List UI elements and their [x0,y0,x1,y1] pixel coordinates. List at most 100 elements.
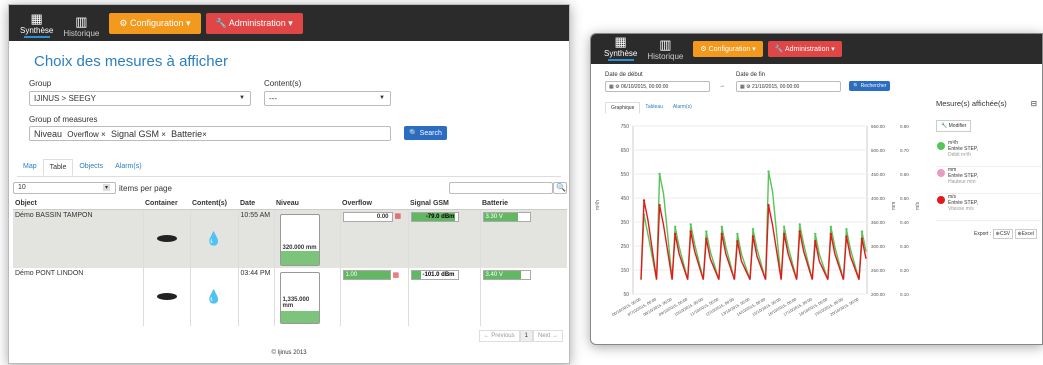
previous-button[interactable]: ← Previous [478,330,520,342]
csv-button[interactable]: ⊕CSV [992,229,1014,239]
tab-map[interactable]: Map [17,159,43,176]
battery-bar: 3.30 V [482,212,531,222]
data-point [860,237,864,240]
tab-table[interactable]: Table [42,159,74,176]
gsm-value: -79.0 dBm [425,214,455,220]
group-label: Group [29,79,52,88]
tag-niveau[interactable]: Niveau [34,129,62,139]
chart-tabs: Graphique Tableau Alarm(s) [605,102,697,114]
y-tick-mid: 250.00 [871,268,885,273]
measure-item[interactable]: m/s Entrée STEP, Vitesse m/s [936,194,1041,221]
gsm-bar: -79.0 dBm [410,212,459,222]
data-point [705,230,708,233]
color-dot [937,196,945,204]
y-tick-left: 250 [621,244,630,250]
csv-label: CSV [999,231,1011,237]
end-date-input[interactable]: ▦ ⚙ 21/10/2015, 00:00:00 [736,81,841,92]
col-contents[interactable]: Content(s) [190,198,238,210]
nav-historique[interactable]: ▥ Historique [58,15,104,41]
nav-historique[interactable]: ▥ Historique [642,38,688,64]
group-measures-input[interactable]: Niveau Overflow × Signal GSM × Batterie× [29,126,391,141]
data-point [829,232,833,236]
end-date-value: 21/10/2015, 00:00:00 [752,84,800,90]
excel-label: Excel [1021,231,1034,237]
battery-value: 3.40 V [485,272,503,278]
excel-button[interactable]: ⊕Excel [1014,229,1037,239]
search-icon[interactable]: 🔍 [553,182,567,194]
col-batterie[interactable]: Batterie [480,198,567,210]
data-point [751,235,755,238]
measure-item[interactable]: mm Entrée STEP, Hauteur mm [936,167,1041,194]
nav-synthese[interactable]: ▦ Synthèse [15,12,58,41]
configuration-button[interactable]: ⚙ Configuration ▾ [693,41,763,57]
niveau-cell: 1,335.000 mm [273,268,340,326]
modify-button[interactable]: 🔧 Modifier [936,120,972,132]
col-overflow[interactable]: Overflow [340,198,408,210]
nav-synthese[interactable]: ▦ Synthèse [599,35,642,64]
config-window: ▦ Synthèse ▥ Historique ⚙ Configuration ▾ … [8,4,570,364]
col-niveau[interactable]: Niveau [274,198,340,210]
y-tick-mid: 350.00 [871,220,885,225]
tab-objects[interactable]: Objects [73,159,109,176]
calendar-icon[interactable]: ▦ [394,213,401,220]
manhole-icon [142,209,190,268]
tag-overflow[interactable]: Overflow × [67,130,105,139]
col-object[interactable]: Object [13,198,143,210]
table-row[interactable]: Démo BASSIN TAMPON 💧 10:55 AM 320.000 mm… [13,209,567,268]
administration-button[interactable]: 🔧 Administration ▾ [767,41,842,57]
page-1-button[interactable]: 1 [519,330,533,342]
y-axis-label-mid: mm [891,202,897,210]
panel-title-text: Mesure(s) affichée(s) [936,99,1007,108]
next-button[interactable]: Next → [532,330,563,342]
date-cell: 10:55 AM [237,209,274,268]
col-date[interactable]: Date [238,198,274,210]
calendar-icon[interactable]: ▦ [392,272,399,279]
administration-label: Administration ▾ [228,17,293,28]
tag-signal-gsm[interactable]: Signal GSM × [111,129,166,139]
tab-graphique[interactable]: Graphique [605,102,641,114]
start-date-input[interactable]: ▦ ⚙ 06/10/2015, 00:00:00 [605,81,710,92]
col-gsm[interactable]: Signal GSM [408,198,480,210]
data-point [767,204,770,207]
data-point [845,235,848,238]
manhole-icon [142,268,190,326]
per-page-select[interactable]: 10 ▾ [13,182,116,194]
data-point [767,170,770,173]
tag-label: Signal GSM [110,129,159,139]
group-select[interactable]: IJINUS > SEEGY ▼ [29,91,251,106]
level-fill [280,251,319,265]
overflow-value: 0.00 [342,212,393,222]
tag-label: Niveau [34,129,63,139]
object-cell: Démo PONT LINDON [15,270,84,277]
nav-synthese-label: Synthèse [20,26,54,35]
tab-tableau[interactable]: Tableau [640,102,668,114]
y-tick-left: 150 [621,268,630,274]
table-row[interactable]: Démo PONT LINDON 💧 03:44 PM 1,335.000 mm… [13,268,567,326]
data-point [829,225,833,228]
contents-select[interactable]: --- ▼ [264,91,391,106]
measure-item[interactable]: m³/h Entrée STEP, Débit m³/h [936,140,1041,167]
data-point [673,232,677,236]
y-tick-right: 0.50 [900,196,909,201]
tag-label: Batterie [171,129,203,139]
overflow-bar: 1.00 [342,270,391,280]
search-button[interactable]: 🔍 Search [404,126,447,140]
grid-icon: ▦ [614,34,627,49]
col-container[interactable]: Container [143,198,190,210]
tag-batterie[interactable]: Batterie× [171,129,207,139]
configuration-button[interactable]: ⚙ Configuration ▾ [109,12,201,34]
top-nav: ▦ Synthèse ▥ Historique ⚙ Configuration ▾ … [591,34,1042,64]
tab-alarms[interactable]: Alarm(s) [109,159,147,176]
end-date-label: Date de fin [736,72,766,78]
administration-button[interactable]: 🔧 Administration ▾ [205,12,303,34]
table-search-input[interactable] [449,182,553,194]
rechercher-button[interactable]: 🔍 Rechercher [849,81,891,91]
data-point [705,237,708,240]
history-chart: 750 550.00 0.80 650 500.00 0.70 550 450.00 0.60 4… [595,124,921,317]
collapse-icon[interactable]: ⊟ [1031,99,1037,108]
data-point [720,232,724,236]
tab-alarms[interactable]: Alarm(s) [668,102,697,114]
per-page-value: 10 [18,184,26,191]
battery-value: 3.30 V [485,214,503,220]
data-point [782,232,786,236]
